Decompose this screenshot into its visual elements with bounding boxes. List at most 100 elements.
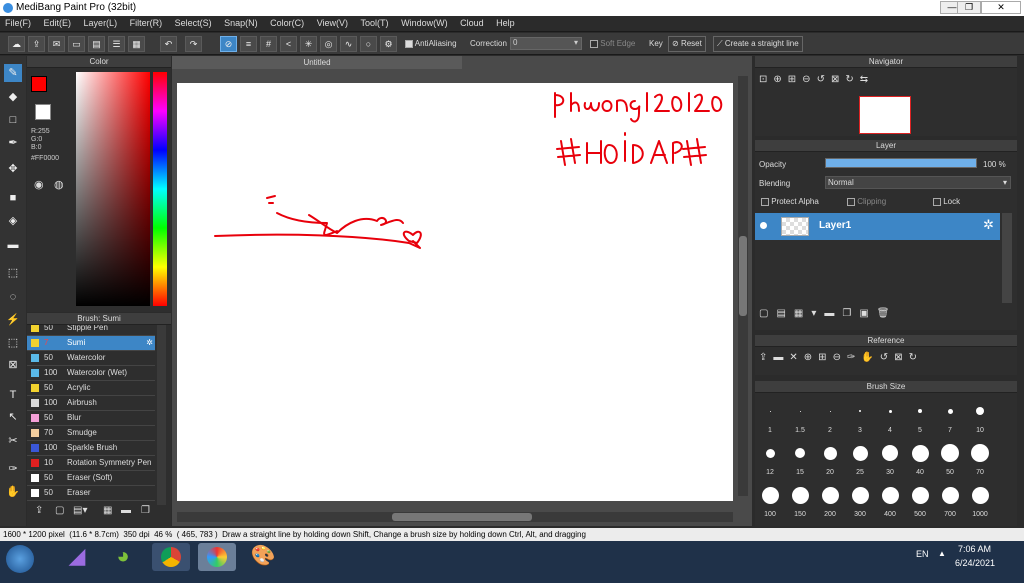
pen-tool-icon[interactable]: ✒ bbox=[4, 134, 22, 152]
brush-size-option[interactable]: 150 bbox=[785, 481, 815, 521]
move-tool-icon[interactable]: ✥ bbox=[4, 160, 22, 178]
lock-checkbox[interactable] bbox=[933, 197, 941, 206]
close-reference-icon[interactable]: ✕ bbox=[789, 352, 803, 363]
dot-tool-icon[interactable]: □ bbox=[4, 111, 22, 129]
lasso-tool-icon[interactable]: ◌ bbox=[4, 288, 22, 306]
tray-arrow-icon[interactable]: ▲ bbox=[938, 549, 946, 558]
menu-window[interactable]: Window(W) bbox=[396, 16, 453, 30]
brush-size-option[interactable]: 15 bbox=[785, 439, 815, 479]
actual-size-icon[interactable]: ⊞ bbox=[788, 74, 802, 85]
ref-rotate-right-icon[interactable]: ↻ bbox=[909, 352, 923, 363]
brush-size-option[interactable]: 30 bbox=[875, 439, 905, 479]
radial-snap-icon[interactable]: ✳ bbox=[300, 36, 317, 52]
brush-tool-icon[interactable]: ✎ bbox=[4, 64, 22, 82]
redo-icon[interactable]: ↷ bbox=[185, 36, 202, 52]
brush-size-option[interactable]: 1000 bbox=[965, 481, 995, 521]
comment-icon[interactable]: ✉ bbox=[48, 36, 65, 52]
chrome-icon[interactable] bbox=[152, 543, 190, 571]
straight-line-button[interactable]: ⟋ Create a straight line bbox=[713, 36, 803, 52]
brush-size-option[interactable]: 20 bbox=[815, 439, 845, 479]
brush-size-option[interactable]: 25 bbox=[845, 439, 875, 479]
brush-list-item[interactable]: 100 Watercolor (Wet) bbox=[27, 366, 155, 381]
circle-snap-icon[interactable]: ◎ bbox=[320, 36, 337, 52]
gear-icon[interactable]: ✲ bbox=[983, 217, 994, 233]
fill-tool-icon[interactable]: ◈ bbox=[4, 212, 22, 230]
select-tool-icon[interactable]: ⬚ bbox=[4, 264, 22, 282]
flip-icon[interactable]: ⇆ bbox=[860, 74, 874, 85]
merge-layer-icon[interactable]: ▣ bbox=[859, 308, 876, 319]
delete-layer-icon[interactable]: 🗑 bbox=[877, 308, 898, 319]
upload-icon[interactable]: ⇪ bbox=[759, 352, 773, 363]
ref-fit-window-icon[interactable]: ⊠ bbox=[894, 352, 908, 363]
operation-tool-icon[interactable]: ↖ bbox=[4, 408, 22, 426]
snap-off-icon[interactable]: ⊘ bbox=[220, 36, 237, 52]
medibang-icon[interactable] bbox=[198, 543, 236, 571]
protect-alpha-toggle[interactable]: Protect Alpha bbox=[761, 197, 819, 206]
blending-select[interactable]: Normal ▾ bbox=[825, 176, 1011, 189]
brush-list-icon[interactable]: ▦ bbox=[103, 505, 112, 516]
palette-icon[interactable]: ◉ bbox=[34, 178, 44, 191]
brush-size-option[interactable]: 12 bbox=[755, 439, 785, 479]
horizontal-scrollbar[interactable] bbox=[177, 512, 733, 522]
brush-size-option[interactable]: 40 bbox=[905, 439, 935, 479]
brush-list-item[interactable]: 50 Eraser (Soft) bbox=[27, 471, 155, 486]
antialiasing-toggle[interactable]: AntiAliasing bbox=[405, 39, 457, 48]
brush-size-option[interactable]: 400 bbox=[875, 481, 905, 521]
brush-copy-icon[interactable]: ❐ bbox=[141, 505, 150, 516]
eyedropper-tool-icon[interactable]: ✑ bbox=[4, 460, 22, 478]
gear-icon[interactable]: ✲ bbox=[146, 336, 153, 350]
brush-list-item[interactable]: 50 Watercolor bbox=[27, 351, 155, 366]
saturation-value-picker[interactable] bbox=[76, 72, 150, 306]
menu-tool[interactable]: Tool(T) bbox=[356, 16, 394, 30]
menu-filter[interactable]: Filter(R) bbox=[125, 16, 168, 30]
menu-edit[interactable]: Edit(E) bbox=[39, 16, 77, 30]
reset-button[interactable]: ⊘ Reset bbox=[668, 36, 706, 52]
zoom-fit-icon[interactable]: ⊡ bbox=[759, 74, 773, 85]
restore-button[interactable]: ❐ bbox=[957, 1, 981, 14]
text-tool-icon[interactable]: T bbox=[4, 386, 22, 404]
zoom-in-icon[interactable]: ⊕ bbox=[773, 74, 787, 85]
snap-settings-icon[interactable]: ⚙ bbox=[380, 36, 397, 52]
brush-size-option[interactable]: 500 bbox=[905, 481, 935, 521]
hand-tool-icon[interactable]: ✋ bbox=[4, 483, 22, 501]
vertical-scroll-thumb[interactable] bbox=[739, 236, 747, 316]
page-icon[interactable]: ▤ bbox=[88, 36, 105, 52]
duplicate-layer-icon[interactable]: ❐ bbox=[842, 308, 859, 319]
menu-layer[interactable]: Layer(L) bbox=[79, 16, 123, 30]
new-raster-layer-icon[interactable]: ▤ bbox=[776, 308, 793, 319]
vanishing-snap-icon[interactable]: < bbox=[280, 36, 297, 52]
menu-help[interactable]: Help bbox=[491, 16, 520, 30]
select-pen-icon[interactable]: ⬚ bbox=[4, 334, 22, 352]
curve-snap-icon[interactable]: ∿ bbox=[340, 36, 357, 52]
antialiasing-checkbox[interactable] bbox=[405, 39, 413, 48]
add-layer-menu-icon[interactable]: ▦▾ bbox=[794, 308, 824, 319]
grid-snap-icon[interactable]: # bbox=[260, 36, 277, 52]
brush-list-item[interactable]: 50 Stipple Pen bbox=[27, 325, 155, 336]
brush-size-option[interactable]: 7 bbox=[935, 397, 965, 437]
list-icon[interactable]: ☰ bbox=[108, 36, 125, 52]
brush-list-item[interactable]: 10 Rotation Symmetry Pen bbox=[27, 456, 155, 471]
soft-edge-checkbox[interactable] bbox=[590, 39, 598, 48]
menu-snap[interactable]: Snap(N) bbox=[219, 16, 263, 30]
brush-size-option[interactable]: 200 bbox=[815, 481, 845, 521]
grid-icon[interactable]: ▦ bbox=[128, 36, 145, 52]
brush-size-option[interactable]: 50 bbox=[935, 439, 965, 479]
clipping-toggle[interactable]: Clipping bbox=[847, 197, 886, 206]
menu-select[interactable]: Select(S) bbox=[170, 16, 217, 30]
brush-list-scrollbar[interactable] bbox=[157, 325, 166, 505]
canvas[interactable] bbox=[177, 83, 733, 501]
brush-folder-icon[interactable]: ▬ bbox=[121, 505, 131, 516]
protect-alpha-checkbox[interactable] bbox=[761, 197, 769, 206]
navigator-preview[interactable] bbox=[859, 96, 911, 134]
magic-wand-icon[interactable]: ⚡ bbox=[4, 311, 22, 329]
soft-edge-toggle[interactable]: Soft Edge bbox=[590, 39, 635, 48]
brush-list-item[interactable]: 7 Sumi ✲ bbox=[27, 336, 155, 351]
rotate-left-icon[interactable]: ↺ bbox=[817, 74, 831, 85]
ref-rotate-left-icon[interactable]: ↺ bbox=[880, 352, 894, 363]
brush-list-item[interactable]: 50 Eraser bbox=[27, 486, 155, 501]
opacity-slider[interactable] bbox=[825, 158, 977, 168]
new-layer-icon[interactable]: ▢ bbox=[759, 308, 776, 319]
parallel-snap-icon[interactable]: ≡ bbox=[240, 36, 257, 52]
brush-size-option[interactable]: 5 bbox=[905, 397, 935, 437]
layer-scrollbar[interactable] bbox=[1002, 213, 1012, 303]
